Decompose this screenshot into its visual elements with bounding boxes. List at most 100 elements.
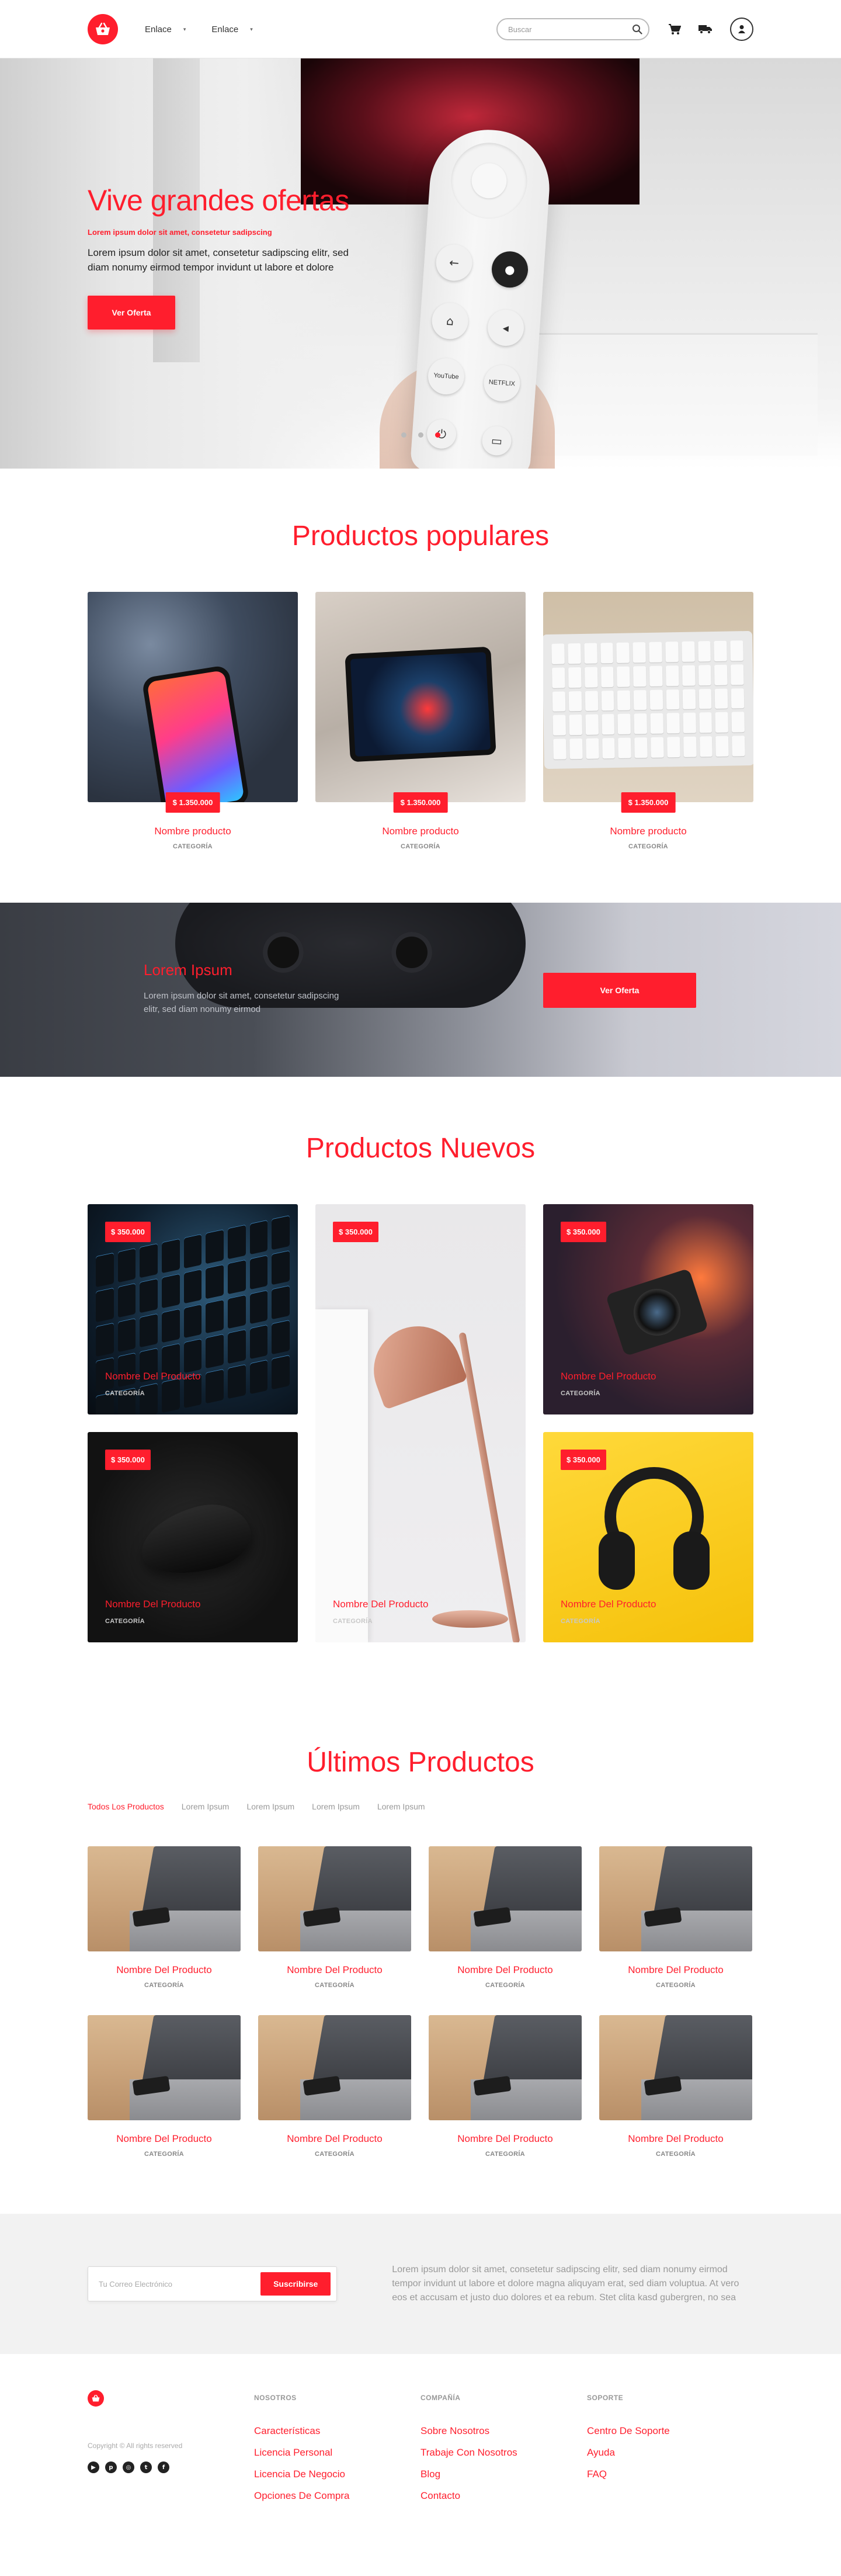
site-header: Enlace ▾ Enlace ▾: [0, 0, 841, 58]
popular-products-section: Productos populares $ 1.350.000 Nombre p…: [0, 469, 841, 850]
logo-basket-icon[interactable]: [88, 14, 118, 44]
latest-product-card[interactable]: Nombre Del Producto CATEGORÍA: [88, 2015, 241, 2158]
tab-category[interactable]: Lorem Ipsum: [377, 1802, 425, 1811]
footer-link[interactable]: Centro De Soporte: [587, 2425, 753, 2437]
product-card[interactable]: $ 1.350.000 Nombre producto CATEGORÍA: [543, 592, 753, 850]
product-name: Nombre producto: [154, 826, 231, 837]
latest-products-section: Últimos Productos Todos Los Productos Lo…: [0, 1642, 841, 2158]
chevron-down-icon: ▾: [250, 26, 253, 32]
new-product-card[interactable]: $ 350.000 Nombre Del Producto CATEGORÍA: [88, 1204, 298, 1414]
product-category: CATEGORÍA: [485, 2151, 525, 2158]
instagram-icon[interactable]: ◎: [123, 2461, 134, 2473]
keyboard-keys: [543, 630, 753, 769]
user-account-icon[interactable]: [730, 18, 753, 41]
footer-logo-basket-icon[interactable]: [88, 2390, 104, 2407]
subscribe-button[interactable]: Suscribirse: [260, 2272, 331, 2296]
product-category: CATEGORÍA: [315, 2151, 355, 2158]
key: [697, 641, 711, 662]
footer-link[interactable]: Licencia Personal: [254, 2447, 420, 2459]
key: [272, 1285, 290, 1320]
product-category: CATEGORÍA: [401, 843, 440, 850]
footer-link[interactable]: Licencia De Negocio: [254, 2468, 420, 2480]
banner-title: Lorem Ipsum: [144, 961, 232, 979]
key: [552, 691, 566, 712]
key: [732, 736, 745, 757]
key: [206, 1368, 224, 1404]
key: [568, 643, 581, 664]
key: [649, 665, 663, 687]
email-field[interactable]: [99, 2279, 261, 2289]
key: [183, 1233, 202, 1269]
new-product-card[interactable]: $ 350.000 Nombre Del Producto CATEGORÍA: [315, 1204, 526, 1642]
product-name: Nombre Del Producto: [116, 1964, 212, 1975]
chevron-down-icon: ▾: [183, 26, 186, 32]
tab-category[interactable]: Lorem Ipsum: [246, 1802, 294, 1811]
search-input[interactable]: [508, 25, 632, 34]
carousel-dot-3[interactable]: [435, 432, 440, 438]
banner-view-offer-button[interactable]: Ver Oferta: [543, 973, 696, 1008]
nav-link-1[interactable]: Enlace ▾: [145, 25, 186, 34]
home-icon: ⌂: [430, 301, 470, 341]
facebook-icon[interactable]: f: [158, 2461, 169, 2473]
latest-product-card[interactable]: Nombre Del Producto CATEGORÍA: [599, 2015, 752, 2158]
tab-category[interactable]: Lorem Ipsum: [312, 1802, 360, 1811]
product-name: Nombre Del Producto: [561, 1371, 656, 1382]
key: [161, 1308, 180, 1343]
product-category: CATEGORÍA: [656, 1982, 696, 1989]
footer-link[interactable]: Opciones De Compra: [254, 2490, 420, 2502]
key: [585, 714, 599, 736]
key: [699, 736, 713, 757]
social-links: ▶ p ◎ t f: [88, 2461, 254, 2473]
search-icon[interactable]: [632, 24, 642, 34]
key: [568, 691, 582, 712]
key: [616, 642, 630, 663]
assistant-icon: ●: [490, 250, 530, 289]
footer-link[interactable]: FAQ: [587, 2468, 753, 2480]
new-product-card[interactable]: $ 350.000 Nombre Del Producto CATEGORÍA: [543, 1432, 753, 1642]
new-product-card[interactable]: $ 350.000 Nombre Del Producto CATEGORÍA: [543, 1204, 753, 1414]
latest-product-card[interactable]: Nombre Del Producto CATEGORÍA: [258, 1846, 411, 1989]
product-category: CATEGORÍA: [485, 1982, 525, 1989]
latest-product-card[interactable]: Nombre Del Producto CATEGORÍA: [258, 2015, 411, 2158]
latest-product-card[interactable]: Nombre Del Producto CATEGORÍA: [429, 2015, 582, 2158]
key: [227, 1294, 246, 1329]
latest-product-card[interactable]: Nombre Del Producto CATEGORÍA: [599, 1846, 752, 1989]
twitter-icon[interactable]: t: [140, 2461, 152, 2473]
key: [617, 713, 631, 735]
pinterest-icon[interactable]: p: [105, 2461, 117, 2473]
phone-screen: [147, 670, 245, 802]
new-product-card[interactable]: $ 350.000 Nombre Del Producto CATEGORÍA: [88, 1432, 298, 1642]
footer-link[interactable]: Sobre Nosotros: [420, 2425, 587, 2437]
truck-icon[interactable]: [698, 24, 713, 34]
tab-category[interactable]: Lorem Ipsum: [182, 1802, 230, 1811]
key: [206, 1229, 224, 1264]
footer-link[interactable]: Características: [254, 2425, 420, 2437]
footer-link[interactable]: Trabaje Con Nosotros: [420, 2447, 587, 2459]
product-category: CATEGORÍA: [561, 1618, 600, 1625]
footer-link[interactable]: Blog: [420, 2468, 587, 2480]
hero-view-offer-button[interactable]: Ver Oferta: [88, 296, 175, 330]
new-products-section: Productos Nuevos $ 350.000 Nombre Del Pr…: [0, 1077, 841, 1642]
product-card[interactable]: $ 1.350.000 Nombre producto CATEGORÍA: [88, 592, 298, 850]
footer-link[interactable]: Contacto: [420, 2490, 587, 2502]
netflix-label: NETFLIX: [488, 379, 516, 388]
footer-link[interactable]: Ayuda: [587, 2447, 753, 2459]
carousel-dot-1[interactable]: [401, 432, 406, 438]
latest-product-card[interactable]: Nombre Del Producto CATEGORÍA: [88, 1846, 241, 1989]
hero-carousel: ← ● ⌂ ◂ YouTube NETFLIX ⏻ ▭ Vive grandes…: [0, 58, 841, 469]
latest-product-card[interactable]: Nombre Del Producto CATEGORÍA: [429, 1846, 582, 1989]
product-card[interactable]: $ 1.350.000 Nombre producto CATEGORÍA: [315, 592, 526, 850]
nav-link-2[interactable]: Enlace ▾: [211, 25, 252, 34]
youtube-icon[interactable]: ▶: [88, 2461, 99, 2473]
tab-all-products[interactable]: Todos Los Productos: [88, 1802, 164, 1811]
carousel-dot-2[interactable]: [418, 432, 423, 438]
key: [249, 1359, 268, 1395]
latest-products-grid: Nombre Del Producto CATEGORÍA Nombre Del …: [88, 1846, 753, 2158]
promo-banner: Lorem Ipsum Lorem ipsum dolor sit amet, …: [0, 903, 841, 1077]
product-image-dongle: [88, 1846, 241, 1951]
site-footer: Copyright © All rights reserved ▶ p ◎ t …: [0, 2354, 841, 2576]
newsletter-section: Suscribirse Lorem ipsum dolor sit amet, …: [0, 2214, 841, 2354]
cart-icon[interactable]: [668, 23, 681, 35]
key: [161, 1273, 180, 1308]
phone-device: [141, 664, 250, 802]
